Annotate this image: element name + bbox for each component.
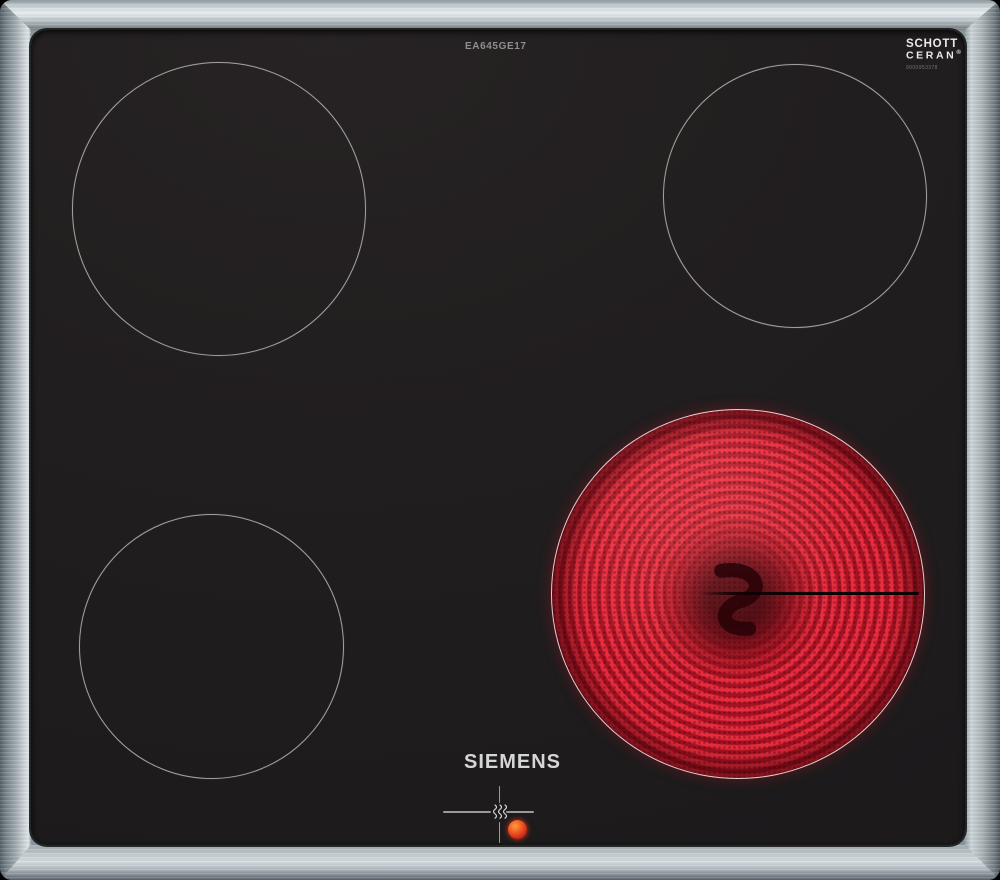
cooking-zone-rear-right [663, 64, 927, 328]
model-label: EA645GE17 [465, 41, 527, 52]
crosshair-line-top [498, 786, 501, 803]
schott-text: SCHOTT [906, 38, 959, 50]
crosshair-line-right [506, 811, 534, 813]
element-center-swirl [714, 562, 763, 636]
crosshair-line-left [443, 811, 491, 813]
element-divider-line [700, 592, 919, 595]
hot-surface-indicator [440, 782, 540, 846]
schott-ceran-badge: SCHOTT CERAN® 9000953378 [906, 38, 976, 71]
ceran-text: CERAN® [906, 49, 961, 62]
cooking-zone-front-left [79, 514, 344, 779]
ceramic-hob: EA645GE17 SCHOTT CERAN® 9000953378 SIEME… [0, 0, 1000, 880]
crosshair-line-bottom [498, 822, 501, 843]
brand-logo: SIEMENS [464, 751, 562, 773]
frame-bottom [0, 845, 1000, 880]
frame-left [0, 0, 31, 880]
heat-waves-icon [492, 804, 508, 819]
residual-heat-dot [508, 820, 527, 839]
registered-mark: ® [956, 50, 961, 57]
serial-number: 9000953378 [906, 64, 938, 71]
cooking-zone-rear-left [72, 62, 366, 356]
frame-top [0, 0, 1000, 30]
frame-right [965, 0, 1000, 880]
